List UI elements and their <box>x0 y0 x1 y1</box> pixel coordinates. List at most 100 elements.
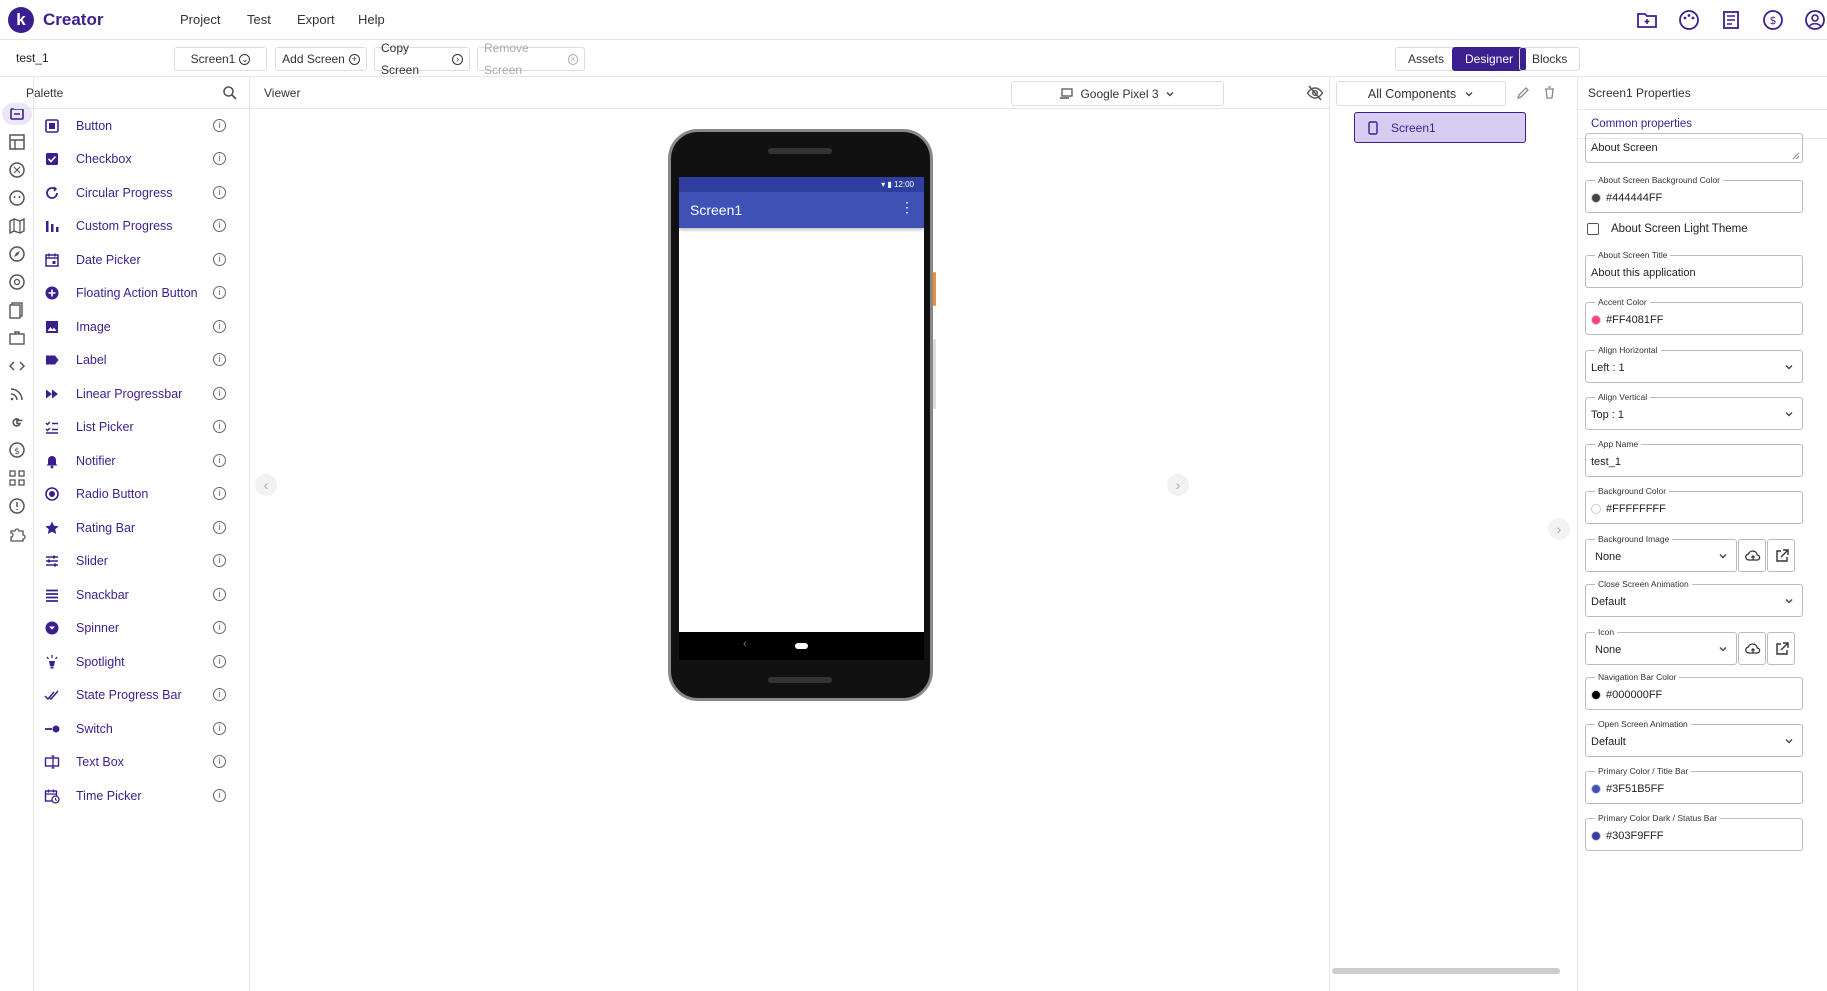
dollar-icon[interactable]: $ <box>1761 8 1785 32</box>
palette-item-time-picker[interactable]: Time Picker i <box>34 781 250 811</box>
palette-item-radio-button[interactable]: Radio Button i <box>34 479 250 509</box>
monetization-icon[interactable]: $ <box>7 440 27 460</box>
palette-item-spinner[interactable]: Spinner i <box>34 613 250 643</box>
info-icon[interactable]: i <box>213 420 226 433</box>
copy-screen-button[interactable]: Copy Screen › <box>374 41 470 77</box>
menu-test[interactable]: Test <box>247 12 271 27</box>
menu-export[interactable]: Export <box>297 12 335 27</box>
code-icon[interactable] <box>7 356 27 376</box>
palette-item-date-picker[interactable]: Date Picker i <box>34 245 250 275</box>
align-vertical-select[interactable]: Align Vertical Top : 1 <box>1585 392 1803 430</box>
app-name-field[interactable]: App Name test_1 <box>1585 439 1803 477</box>
resize-handle-icon[interactable] <box>1792 152 1800 160</box>
info-icon[interactable]: i <box>213 186 226 199</box>
briefcase-icon[interactable] <box>7 328 27 348</box>
palette-item-notifier[interactable]: Notifier i <box>34 446 250 476</box>
google-icon[interactable] <box>7 412 27 432</box>
info-icon[interactable]: i <box>213 755 226 768</box>
upload-button[interactable] <box>1738 632 1766 665</box>
palette-item-label-component[interactable]: Label i <box>34 345 250 375</box>
palette-item-snackbar[interactable]: Snackbar i <box>34 580 250 610</box>
palette-item-floating-action-button[interactable]: Floating Action Button i <box>34 278 250 308</box>
folder-icon[interactable] <box>1635 8 1659 32</box>
info-icon[interactable]: i <box>213 219 226 232</box>
blocks-button[interactable]: Blocks <box>1519 47 1581 71</box>
info-icon[interactable]: i <box>213 621 226 634</box>
info-icon[interactable]: i <box>213 655 226 668</box>
info-icon[interactable]: i <box>213 521 226 534</box>
info-icon[interactable]: i <box>213 387 226 400</box>
compass-icon[interactable] <box>7 244 27 264</box>
background-image-select[interactable]: Background Image None <box>1585 534 1737 572</box>
extensions-grid-icon[interactable] <box>7 468 27 488</box>
palette-item-linear-progressbar[interactable]: Linear Progressbar i <box>34 379 250 409</box>
palette-item-state-progress-bar[interactable]: State Progress Bar i <box>34 680 250 710</box>
background-color-field[interactable]: Background Color #FFFFFFFF <box>1585 486 1803 524</box>
accent-color-field[interactable]: Accent Color #FF4081FF <box>1585 297 1803 335</box>
primary-color-field[interactable]: Primary Color / Title Bar #3F51B5FF <box>1585 766 1803 804</box>
collapse-arrow[interactable]: › <box>1548 518 1570 540</box>
account-icon[interactable] <box>1803 8 1827 32</box>
palette-item-custom-progress[interactable]: Custom Progress i <box>34 211 250 241</box>
icon-select[interactable]: Icon None <box>1585 627 1737 665</box>
info-icon[interactable]: i <box>213 286 226 299</box>
search-icon[interactable] <box>222 85 238 101</box>
close-animation-select[interactable]: Close Screen Animation Default <box>1585 579 1803 617</box>
palette-item-rating-bar[interactable]: Rating Bar i <box>34 513 250 543</box>
maps-icon[interactable] <box>7 216 27 236</box>
info-icon[interactable]: i <box>213 119 226 132</box>
info-icon[interactable]: i <box>213 722 226 735</box>
drawing-icon[interactable] <box>7 188 27 208</box>
delete-icon[interactable] <box>1542 85 1557 100</box>
visibility-off-icon[interactable] <box>1306 84 1324 102</box>
storage-icon[interactable] <box>7 300 27 320</box>
palette-icon[interactable] <box>1677 8 1701 32</box>
palette-item-switch[interactable]: Switch i <box>34 714 250 744</box>
edit-icon[interactable] <box>1516 85 1531 100</box>
light-theme-checkbox[interactable] <box>1587 223 1599 235</box>
info-icon[interactable]: i <box>213 588 226 601</box>
palette-item-button[interactable]: Button i <box>34 111 250 141</box>
device-select[interactable]: Google Pixel 3 <box>1011 81 1224 106</box>
phone-screen[interactable]: ▾ ▮ 12:00 Screen1 ⋮ ‹ <box>679 177 924 660</box>
info-icon[interactable]: i <box>213 253 226 266</box>
add-screen-button[interactable]: Add Screen + <box>275 47 367 71</box>
info-icon[interactable]: i <box>213 487 226 500</box>
remove-screen-button[interactable]: Remove Screen × <box>477 41 585 77</box>
media-icon[interactable] <box>7 160 27 180</box>
upload-button[interactable] <box>1738 539 1766 572</box>
info-icon[interactable]: i <box>213 454 226 467</box>
scroll-left-arrow[interactable]: ‹ <box>255 474 277 496</box>
primary-dark-color-field[interactable]: Primary Color Dark / Status Bar #303F9FF… <box>1585 813 1803 851</box>
palette-item-circular-progress[interactable]: Circular Progress i <box>34 178 250 208</box>
screen-select[interactable]: Screen1 ⌄ <box>174 47 267 71</box>
app-logo[interactable]: k <box>8 7 34 33</box>
navigation-bar-color-field[interactable]: Navigation Bar Color #000000FF <box>1585 672 1803 710</box>
menu-help[interactable]: Help <box>358 12 385 27</box>
info-icon[interactable]: i <box>213 353 226 366</box>
palette-item-checkbox[interactable]: Checkbox i <box>34 144 250 174</box>
sensors-icon[interactable] <box>7 272 27 292</box>
horizontal-scrollbar[interactable] <box>1332 968 1560 974</box>
designer-button[interactable]: Designer <box>1452 47 1527 71</box>
open-animation-select[interactable]: Open Screen Animation Default <box>1585 719 1803 757</box>
about-bg-color-field[interactable]: About Screen Background Color #444444FF <box>1585 175 1803 213</box>
assets-button[interactable]: Assets <box>1395 47 1458 71</box>
rss-icon[interactable] <box>7 384 27 404</box>
document-icon[interactable] <box>1719 8 1743 32</box>
menu-project[interactable]: Project <box>180 12 220 27</box>
palette-item-list-picker[interactable]: List Picker i <box>34 412 250 442</box>
experimental-icon[interactable] <box>7 496 27 516</box>
puzzle-icon[interactable] <box>7 524 27 544</box>
more-vert-icon[interactable]: ⋮ <box>900 199 914 216</box>
layout-icon[interactable] <box>7 132 27 152</box>
tree-item-screen1[interactable]: Screen1 <box>1354 112 1526 143</box>
palette-item-text-box[interactable]: Text Box i <box>34 747 250 777</box>
about-title-field[interactable]: About Screen Title About this applicatio… <box>1585 250 1803 288</box>
align-horizontal-select[interactable]: Align Horizontal Left : 1 <box>1585 345 1803 383</box>
info-icon[interactable]: i <box>213 152 226 165</box>
components-filter[interactable]: All Components <box>1336 81 1506 106</box>
palette-item-slider[interactable]: Slider i <box>34 546 250 576</box>
info-icon[interactable]: i <box>213 688 226 701</box>
open-external-button[interactable] <box>1767 539 1795 572</box>
